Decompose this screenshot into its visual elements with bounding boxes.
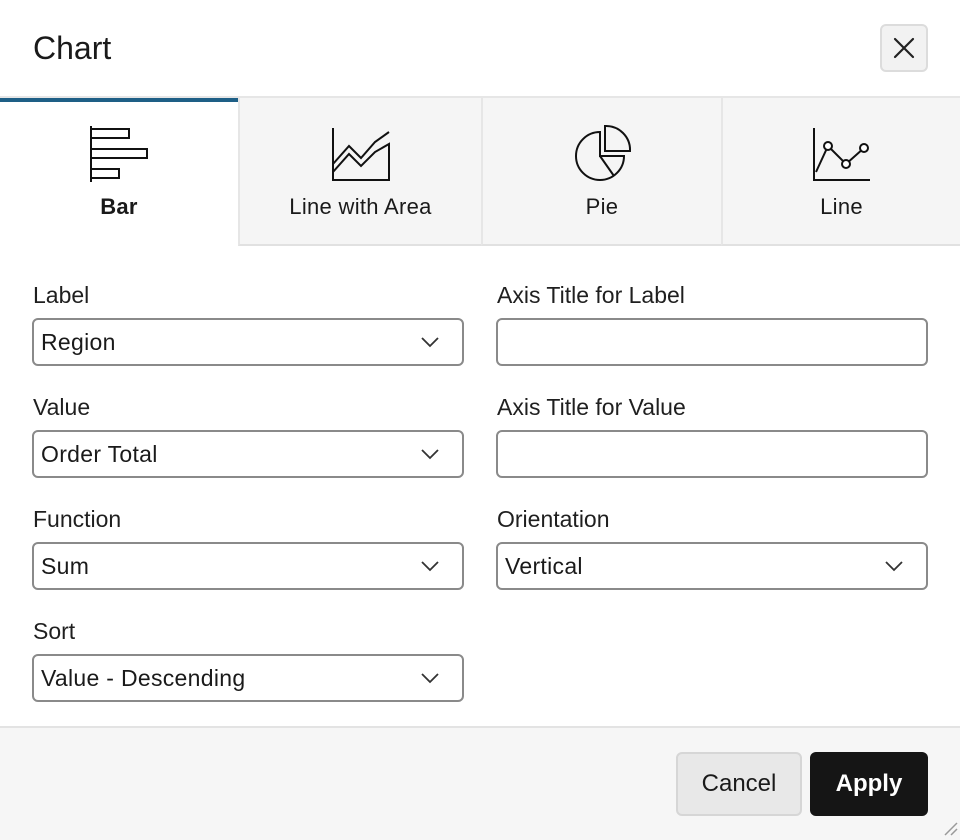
tab-line-with-area-label: Line with Area [289, 194, 432, 219]
area-chart-icon [331, 128, 390, 181]
orientation-select-value: Vertical [505, 553, 583, 579]
apply-button[interactable]: Apply [810, 752, 928, 816]
chevron-down-icon [421, 337, 439, 348]
bar-chart-icon [90, 126, 148, 182]
close-icon [893, 37, 915, 59]
line-chart-icon [812, 128, 870, 181]
value-select-value: Order Total [41, 441, 158, 467]
sort-select-value: Value - Descending [41, 665, 246, 691]
axis-title-label-field-title: Axis Title for Label [497, 282, 685, 308]
sort-field-title: Sort [33, 618, 76, 644]
tab-line-label: Line [820, 194, 863, 219]
chart-dialog: Chart Bar Line with Area Pie Line Label … [0, 0, 960, 840]
tab-line[interactable]: Line [721, 98, 960, 246]
axis-title-value-input[interactable] [496, 430, 928, 478]
function-select-value: Sum [41, 553, 90, 579]
axis-title-value-field-title: Axis Title for Value [497, 394, 686, 420]
resize-grip-icon[interactable] [940, 818, 958, 836]
dialog-header: Chart [0, 0, 960, 98]
chevron-down-icon [885, 561, 903, 572]
label-select-value: Region [41, 329, 116, 355]
dialog-title: Chart [33, 30, 112, 66]
tab-pie[interactable]: Pie [481, 98, 721, 246]
chevron-down-icon [421, 561, 439, 572]
sort-select[interactable]: Value - Descending [32, 654, 464, 702]
tab-bar[interactable]: Bar [0, 98, 238, 246]
value-select[interactable]: Order Total [32, 430, 464, 478]
function-field-title: Function [33, 506, 122, 532]
chart-type-tabs: Bar Line with Area Pie Line [0, 98, 960, 246]
label-select[interactable]: Region [32, 318, 464, 366]
chevron-down-icon [421, 449, 439, 460]
tab-line-with-area[interactable]: Line with Area [238, 98, 481, 246]
orientation-field-title: Orientation [497, 506, 610, 532]
chevron-down-icon [421, 673, 439, 684]
pie-chart-icon [575, 124, 632, 181]
orientation-select[interactable]: Vertical [496, 542, 928, 590]
value-field-title: Value [33, 394, 91, 420]
label-field-title: Label [33, 282, 90, 308]
tab-bar-label: Bar [100, 194, 138, 219]
close-button[interactable] [880, 24, 928, 72]
cancel-button[interactable]: Cancel [676, 752, 802, 816]
function-select[interactable]: Sum [32, 542, 464, 590]
axis-title-label-input[interactable] [496, 318, 928, 366]
tab-pie-label: Pie [585, 194, 619, 219]
